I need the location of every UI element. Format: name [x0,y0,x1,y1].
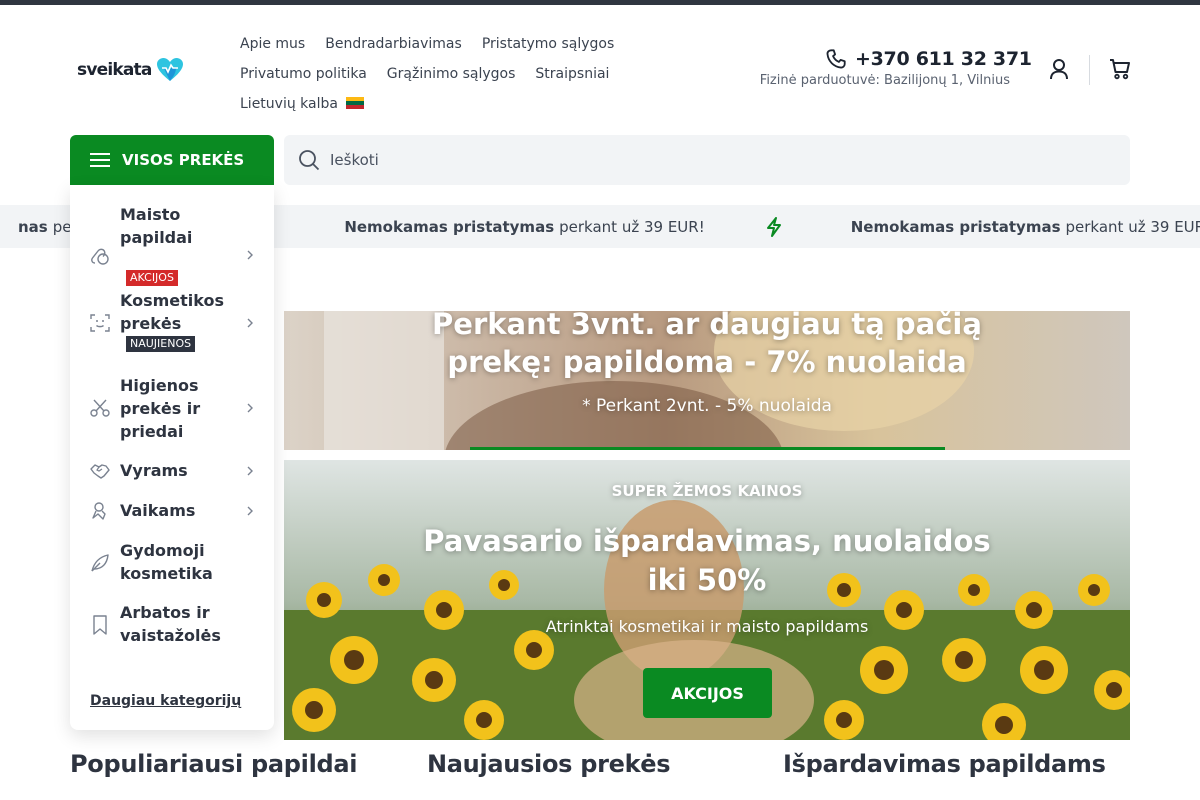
ticker-bold-partial: nas [18,217,48,236]
menu-item-hygiene[interactable]: Higienos prekės ir priedai [70,374,274,444]
search-bar [284,135,1130,185]
nav-link-privacy[interactable]: Privatumo politika [240,66,367,82]
heart-logo-icon [156,58,183,81]
more-categories-link[interactable]: Daugiau kategorijų [90,693,241,709]
nav-link-partnership[interactable]: Bendradarbiavimas [325,36,462,52]
ticker-bold: Nemokamas pristatymas [850,217,1061,236]
scissors-icon [90,399,110,417]
header-divider [1089,55,1090,85]
top-accent-bar [0,0,1200,5]
menu-item-label: Gydomoji kosmetika [120,541,213,583]
promo-banner-spring-sale[interactable]: SUPER ŽEMOS KAINOS Pavasario išpardavima… [284,460,1130,740]
lithuania-flag-icon [346,97,365,109]
pacifier-icon [92,502,106,520]
phone-contact[interactable]: +370 611 32 371 [825,48,1032,70]
site-logo[interactable]: sveikata [77,57,184,83]
new-badge: NAUJIENOS [126,336,196,352]
search-input[interactable] [330,151,1090,169]
account-button[interactable] [1045,55,1073,83]
menu-item-kids[interactable]: Vaikams [70,499,274,523]
chevron-right-icon [247,250,253,260]
menu-item-supplements[interactable]: Maisto papildai AKCIJOS [70,203,274,286]
promo-banner-bulk-discount[interactable]: Perkant 3vnt. ar daugiau tą pačią prekę:… [284,311,1130,450]
logo-text: sveikata [77,60,152,80]
user-icon [1050,59,1068,80]
nav-link-returns[interactable]: Grąžinimo sąlygos [387,66,516,82]
menu-item-teas-herbs[interactable]: Arbatos ir vaistažolės [70,601,274,649]
lightning-icon [766,216,781,237]
section-title-newest: Naujausios prekės [427,750,671,778]
nav-link-articles[interactable]: Straipsniai [535,66,609,82]
phone-number: +370 611 32 371 [855,48,1032,70]
banner2-title-line1: Pavasario išpardavimas, nuolaidos [423,524,991,558]
handshake-icon [90,464,110,479]
banner1-title-line2: prekę: papildoma - 7% nuolaida [447,345,967,379]
supplements-icon [91,248,109,265]
hamburger-menu-icon [90,153,110,167]
chevron-right-icon [247,466,253,476]
ticker-message: Nemokamas pristatymas perkant už 39 EUR! [851,218,1200,236]
phone-icon [826,49,846,69]
store-address: Fizinė parduotuvė: Bazilijonų 1, Vilnius [759,73,1010,88]
section-title-popular: Populiariausi papildai [70,750,358,778]
banner2-eyebrow: SUPER ŽEMOS KAINOS [611,482,803,500]
menu-item-label: Arbatos ir vaistažolės [120,603,221,645]
menu-item-cosmetics[interactable]: Kosmetikos prekės NAUJIENOS [70,289,274,359]
menu-item-label: Maisto papildai [120,205,193,247]
language-selector[interactable]: Lietuvių kalba [240,96,365,112]
search-icon[interactable] [298,149,320,171]
bookmark-icon [93,615,107,635]
sale-badge: AKCIJOS [126,270,178,286]
banner1-subtitle: * Perkant 2vnt. - 5% nuolaida [582,396,832,416]
cart-icon [1110,59,1130,80]
banner2-title-line2: iki 50% [647,563,767,597]
banner1-title-line1: Perkant 3vnt. ar daugiau tą pačią [432,311,982,341]
menu-item-men[interactable]: Vyrams [70,459,274,483]
nav-link-about[interactable]: Apie mus [240,36,305,52]
menu-item-label: Vyrams [120,461,188,480]
menu-item-medicinal-cosmetics[interactable]: Gydomoji kosmetika [70,539,274,587]
nav-link-delivery[interactable]: Pristatymo sąlygos [482,36,614,52]
chevron-right-icon [247,506,253,516]
language-label: Lietuvių kalba [240,96,338,112]
cart-button[interactable] [1106,55,1134,83]
face-icon [90,314,110,332]
chevron-right-icon [247,403,253,413]
ticker-bold: Nemokamas pristatymas [344,217,555,236]
chevron-right-icon [247,318,253,328]
leaf-icon [91,554,109,572]
ticker-text: perkant už 39 EUR! [559,217,705,236]
ticker-message: Nemokamas pristatymas perkant už 39 EUR! [344,218,704,236]
ticker-text: perkant už 39 EUR! [1065,217,1200,236]
section-title-sale: Išpardavimas papildams [783,750,1106,778]
menu-item-label: Kosmetikos prekės [120,291,225,333]
category-dropdown-menu: Maisto papildai AKCIJOS Kosmetikos prekė… [70,185,274,730]
menu-item-label: Higienos prekės ir priedai [120,376,201,441]
all-products-label: VISOS PREKĖS [122,151,245,169]
all-products-button[interactable]: VISOS PREKĖS [70,135,274,185]
promo-cta-button[interactable]: AKCIJOS [643,668,772,718]
banner2-subtitle: Atrinktai kosmetikai ir maisto papildams [545,617,869,636]
menu-item-label: Vaikams [120,501,196,520]
top-navigation: Apie mus Bendradarbiavimas Pristatymo są… [240,29,614,119]
